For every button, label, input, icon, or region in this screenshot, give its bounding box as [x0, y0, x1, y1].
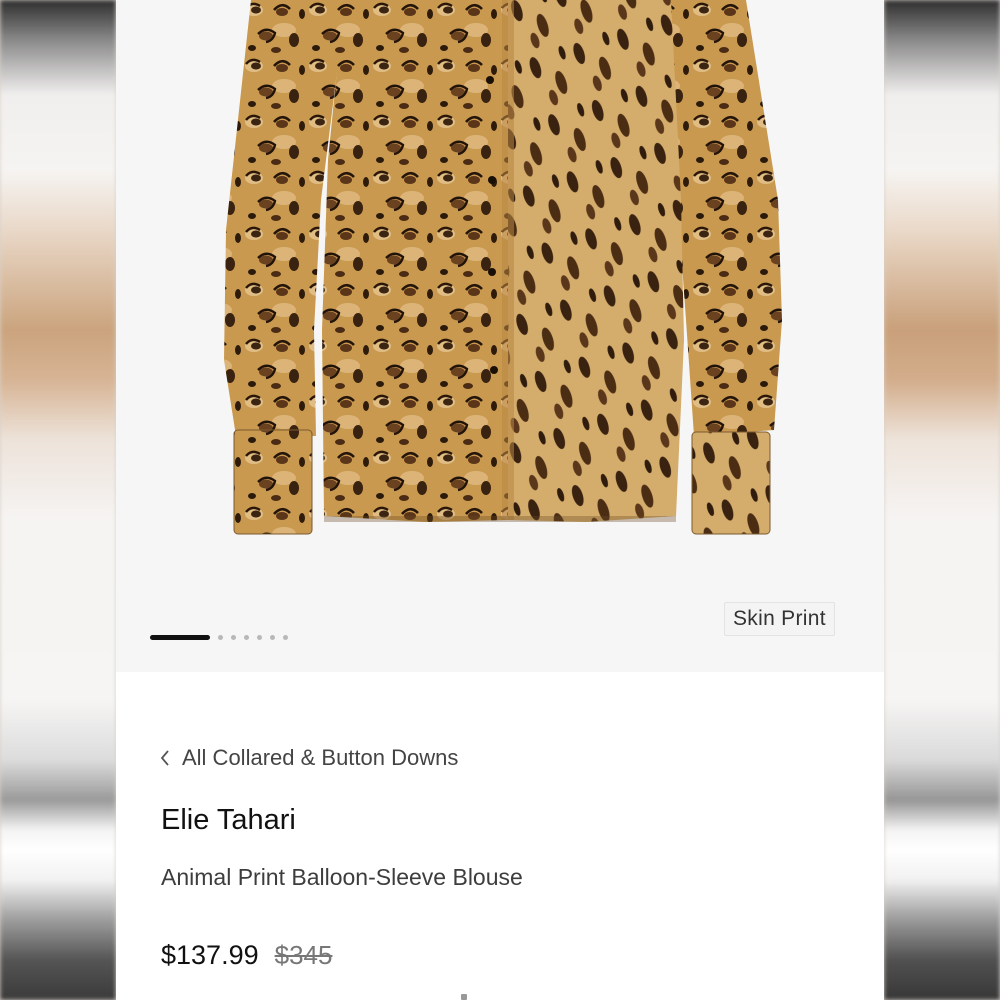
- breadcrumb[interactable]: All Collared & Button Downs: [160, 745, 458, 771]
- carousel-indicator-active[interactable]: [150, 634, 210, 640]
- product-image: [224, 0, 782, 535]
- image-carousel-indicator[interactable]: [150, 632, 296, 642]
- carousel-dot[interactable]: [218, 634, 223, 640]
- carousel-dot[interactable]: [283, 634, 288, 640]
- carousel-dot[interactable]: [270, 634, 275, 640]
- product-detail-panel: Skin Print All Collared & Button Downs E…: [116, 0, 884, 1000]
- breadcrumb-link[interactable]: All Collared & Button Downs: [182, 745, 458, 771]
- carousel-dot[interactable]: [244, 634, 249, 640]
- scroll-hint-icon: [461, 994, 467, 1000]
- chevron-left-icon: [160, 750, 169, 766]
- blurred-background-left: [0, 0, 116, 1000]
- carousel-dot[interactable]: [231, 634, 236, 640]
- product-image-gallery[interactable]: Skin Print: [116, 0, 884, 672]
- product-title: Animal Print Balloon-Sleeve Blouse: [161, 864, 523, 890]
- brand-name[interactable]: Elie Tahari: [161, 804, 296, 837]
- carousel-dot[interactable]: [257, 634, 262, 640]
- color-name-tag: Skin Print: [724, 602, 835, 636]
- price-block: $137.99 $345: [161, 940, 332, 971]
- original-price: $345: [274, 940, 333, 970]
- sale-price: $137.99: [161, 940, 259, 970]
- blurred-background-right: [884, 0, 1000, 1000]
